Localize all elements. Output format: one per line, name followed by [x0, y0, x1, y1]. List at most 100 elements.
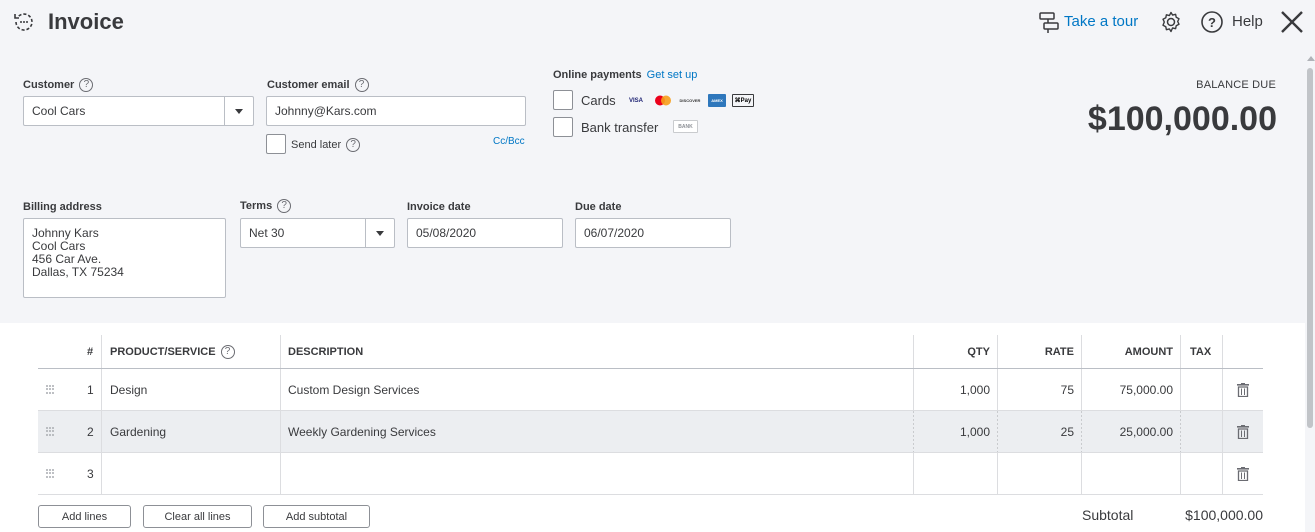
column-divider: [1222, 411, 1223, 452]
column-divider: [997, 453, 998, 494]
balance-due-amount: $100,000.00: [1087, 100, 1277, 138]
table-row[interactable]: 1 Design Custom Design Services 1,000 75…: [38, 369, 1263, 411]
col-header-rate: RATE: [1044, 345, 1074, 358]
scrollbar[interactable]: [1305, 52, 1315, 532]
gear-icon[interactable]: [1159, 10, 1183, 34]
due-date-field[interactable]: 06/07/2020: [575, 218, 731, 248]
cards-label: Cards: [581, 93, 616, 108]
invoice-date-field[interactable]: 05/08/2020: [407, 218, 563, 248]
online-payments-label: Online payments Get set up: [553, 69, 698, 81]
table-header-row: # PRODUCT/SERVICE ? DESCRIPTION QTY RATE…: [38, 335, 1263, 369]
row-number: 1: [87, 382, 94, 397]
column-divider: [1081, 335, 1082, 368]
help-icon[interactable]: ?: [346, 138, 361, 152]
scroll-up-icon[interactable]: [1307, 56, 1315, 61]
terms-dropdown-button[interactable]: [365, 219, 394, 247]
signpost-icon[interactable]: [1037, 11, 1061, 33]
table-row[interactable]: 2 Gardening Weekly Gardening Services 1,…: [38, 411, 1263, 453]
send-later-checkbox[interactable]: [266, 134, 286, 154]
column-divider: [280, 369, 281, 410]
scrollbar-thumb[interactable]: [1307, 68, 1313, 428]
chevron-down-icon: [235, 108, 243, 114]
apple-pay-logo-icon: ⌘Pay: [732, 94, 754, 107]
rate-cell[interactable]: 25: [1061, 411, 1074, 452]
column-divider: [1222, 369, 1223, 410]
help-icon[interactable]: ?: [220, 344, 235, 359]
column-divider: [997, 411, 998, 452]
column-divider: [997, 369, 998, 410]
bank-logo-icon: BANK: [673, 120, 698, 133]
col-header-qty: QTY: [967, 345, 990, 358]
help-icon[interactable]: ?: [277, 199, 292, 213]
invoice-date-label: Invoice date: [407, 201, 471, 213]
column-divider: [280, 411, 281, 452]
due-date-label: Due date: [575, 201, 622, 213]
add-subtotal-button[interactable]: Add subtotal: [263, 505, 370, 528]
column-divider: [1222, 335, 1223, 368]
column-divider: [1180, 335, 1181, 368]
col-header-tax: TAX: [1190, 345, 1212, 358]
cc-bcc-link[interactable]: Cc/Bcc: [493, 136, 525, 147]
help-icon[interactable]: ?: [1200, 10, 1224, 34]
product-cell[interactable]: Gardening: [110, 411, 166, 452]
drag-handle-icon[interactable]: [46, 453, 55, 494]
column-divider: [1081, 453, 1082, 494]
terms-label: Terms ?: [240, 199, 292, 213]
product-cell[interactable]: Design: [110, 369, 147, 410]
email-field[interactable]: Johnny@Kars.com: [266, 96, 526, 126]
take-tour-link[interactable]: Take a tour: [1064, 13, 1138, 30]
qty-cell[interactable]: 1,000: [960, 411, 990, 452]
help-icon[interactable]: ?: [354, 78, 369, 92]
table-row[interactable]: 3: [38, 453, 1263, 495]
subtotal-label: Subtotal: [1082, 507, 1134, 523]
column-divider: [1180, 369, 1181, 410]
cards-checkbox[interactable]: [553, 90, 573, 110]
billing-line: Dallas, TX 75234: [32, 265, 124, 279]
customer-select[interactable]: Cool Cars: [23, 96, 254, 126]
column-divider: [101, 369, 102, 410]
drag-handle-icon[interactable]: [46, 369, 55, 410]
description-cell[interactable]: Custom Design Services: [288, 369, 419, 410]
rate-cell[interactable]: 75: [1061, 369, 1074, 410]
column-divider: [1222, 453, 1223, 494]
mastercard-logo-icon: [655, 95, 671, 106]
close-icon[interactable]: [1278, 8, 1306, 36]
column-divider: [913, 369, 914, 410]
trash-icon[interactable]: [1237, 411, 1249, 452]
trash-icon[interactable]: [1237, 369, 1249, 410]
bank-transfer-checkbox[interactable]: [553, 117, 573, 137]
amex-logo-icon: AMEX: [708, 94, 726, 107]
balance-due-label: BALANCE DUE: [1196, 79, 1276, 91]
column-divider: [913, 411, 914, 452]
billing-address-field[interactable]: Johnny Kars Cool Cars 456 Car Ave. Dalla…: [23, 218, 226, 298]
help-label[interactable]: Help: [1232, 13, 1263, 30]
row-number: 2: [87, 424, 94, 439]
col-header-number: #: [87, 345, 94, 358]
amount-cell[interactable]: 25,000.00: [1120, 411, 1173, 452]
chevron-down-icon: [376, 230, 384, 236]
svg-text:?: ?: [1208, 15, 1216, 30]
customer-dropdown-button[interactable]: [224, 97, 253, 125]
column-divider: [913, 453, 914, 494]
help-icon[interactable]: ?: [79, 78, 94, 92]
get-set-up-link[interactable]: Get set up: [647, 69, 698, 81]
col-header-amount: AMOUNT: [1124, 345, 1173, 358]
customer-email-label: Customer email ?: [267, 78, 369, 92]
column-divider: [1180, 453, 1181, 494]
terms-select[interactable]: Net 30: [240, 218, 395, 248]
column-divider: [101, 335, 102, 368]
col-header-description: DESCRIPTION: [288, 345, 364, 358]
clear-all-lines-button[interactable]: Clear all lines: [143, 505, 252, 528]
customer-label: Customer ?: [23, 78, 94, 92]
trash-icon[interactable]: [1237, 453, 1249, 494]
send-later-label: Send later ?: [291, 138, 361, 152]
column-divider: [280, 335, 281, 368]
recent-transactions-icon[interactable]: [12, 10, 36, 34]
billing-address-label: Billing address: [23, 201, 102, 213]
amount-cell[interactable]: 75,000.00: [1120, 369, 1173, 410]
description-cell[interactable]: Weekly Gardening Services: [288, 411, 436, 452]
add-lines-button[interactable]: Add lines: [38, 505, 131, 528]
qty-cell[interactable]: 1,000: [960, 369, 990, 410]
drag-handle-icon[interactable]: [46, 411, 55, 452]
row-number: 3: [87, 466, 94, 481]
